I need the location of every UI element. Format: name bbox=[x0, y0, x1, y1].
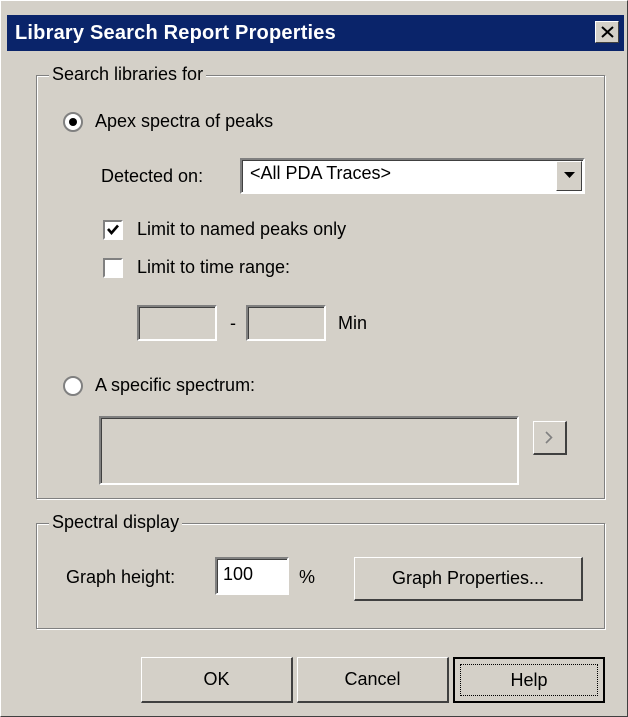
limit-named-peaks-checkbox[interactable] bbox=[103, 220, 123, 240]
graph-height-label: Graph height: bbox=[66, 567, 176, 587]
apex-spectra-radio[interactable] bbox=[63, 112, 83, 132]
detected-on-value: <All PDA Traces> bbox=[250, 163, 392, 183]
title-bar[interactable]: Library Search Report Properties bbox=[7, 15, 624, 51]
specific-spectrum-radio[interactable] bbox=[63, 376, 83, 396]
graph-height-unit: % bbox=[299, 567, 316, 587]
graph-properties-button[interactable]: Graph Properties... bbox=[354, 557, 583, 601]
time-unit-label: Min bbox=[338, 313, 368, 333]
chevron-down-icon bbox=[564, 172, 575, 178]
time-from-input[interactable] bbox=[137, 305, 217, 341]
limit-time-range-checkbox[interactable] bbox=[103, 258, 123, 278]
limit-time-range-label[interactable]: Limit to time range: bbox=[137, 257, 290, 278]
specific-spectrum-field[interactable] bbox=[99, 416, 519, 485]
ok-button[interactable]: OK bbox=[141, 657, 293, 703]
browse-spectrum-button[interactable] bbox=[533, 421, 567, 455]
dialog-window: Library Search Report Properties Search … bbox=[0, 0, 628, 717]
detected-on-label: Detected on: bbox=[101, 166, 204, 186]
dropdown-button[interactable] bbox=[556, 161, 582, 191]
specific-spectrum-label[interactable]: A specific spectrum: bbox=[95, 375, 255, 396]
close-icon bbox=[601, 26, 614, 38]
cancel-button[interactable]: Cancel bbox=[297, 657, 449, 703]
graph-height-input[interactable]: 100 bbox=[215, 557, 289, 595]
apex-spectra-label[interactable]: Apex spectra of peaks bbox=[95, 111, 273, 132]
close-button[interactable] bbox=[595, 21, 619, 43]
help-button[interactable]: Help bbox=[453, 657, 605, 703]
detected-on-dropdown[interactable]: <All PDA Traces> bbox=[240, 158, 585, 194]
search-libraries-legend: Search libraries for bbox=[49, 64, 207, 85]
time-to-input[interactable] bbox=[246, 305, 326, 341]
limit-named-peaks-label[interactable]: Limit to named peaks only bbox=[137, 219, 346, 240]
time-range-separator: - bbox=[230, 313, 236, 333]
chevron-right-icon bbox=[545, 431, 553, 444]
window-title: Library Search Report Properties bbox=[15, 22, 336, 44]
spectral-display-legend: Spectral display bbox=[49, 512, 183, 533]
checkmark-icon bbox=[107, 224, 119, 235]
